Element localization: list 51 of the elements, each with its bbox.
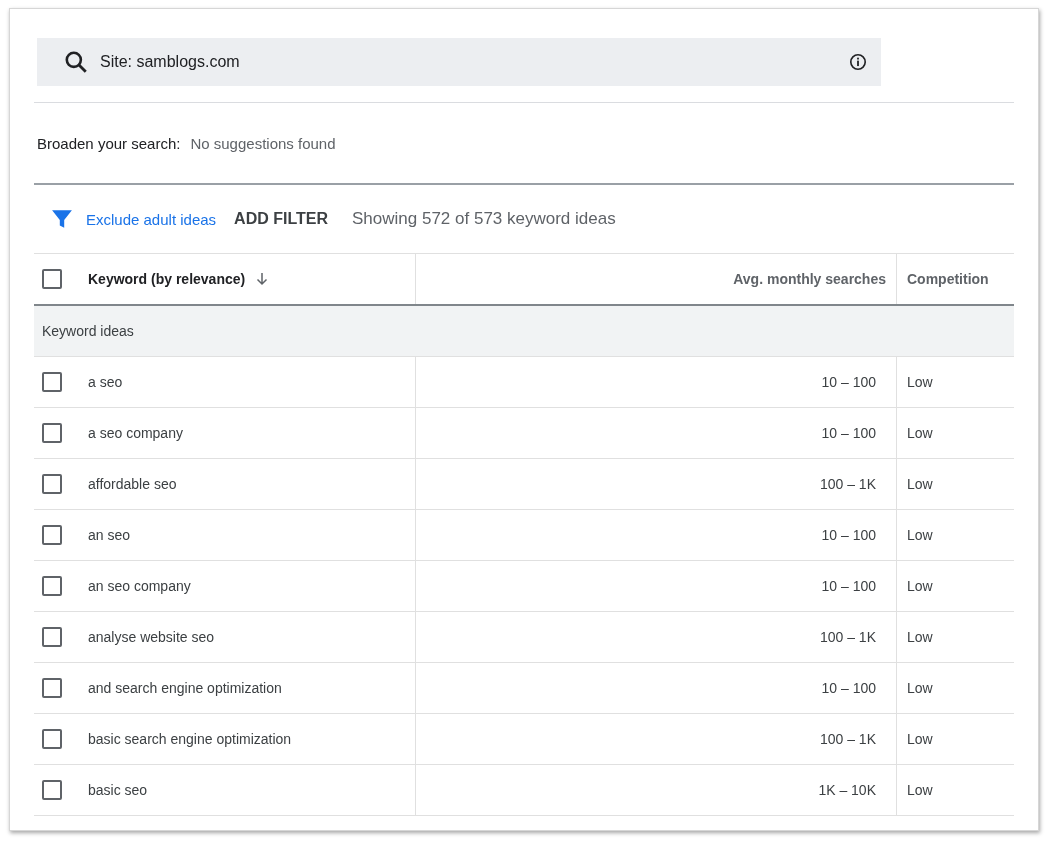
competition-cell: Low (907, 527, 933, 543)
info-icon[interactable] (849, 53, 867, 71)
competition-cell: Low (907, 629, 933, 645)
add-filter-button[interactable]: ADD FILTER (234, 210, 328, 228)
keyword-cell: analyse website seo (88, 629, 215, 645)
searches-cell: 100 – 1K (819, 476, 876, 492)
searches-cell: 10 – 100 (821, 425, 876, 441)
filter-icon[interactable] (51, 208, 73, 230)
competition-cell: Low (907, 782, 933, 798)
competition-cell: Low (907, 425, 933, 441)
column-header[interactable]: Keyword (by relevance) (88, 271, 246, 287)
searches-cell: 10 – 100 (821, 680, 876, 696)
keyword-cell: an seo (88, 527, 131, 543)
searches-cell: 1K – 10K (818, 782, 876, 798)
row-checkbox[interactable] (42, 576, 62, 596)
searches-cell: 10 – 100 (821, 527, 876, 543)
keyword-cell: affordable seo (88, 476, 177, 492)
results-summary: Showing 572 of 573 keyword ideas (352, 209, 616, 229)
row-checkbox[interactable] (42, 474, 62, 494)
competition-cell: Low (907, 374, 933, 390)
keyword-cell: an seo company (88, 578, 191, 594)
broaden-label: Broaden your search: (37, 134, 181, 152)
sort-down-icon[interactable] (255, 272, 270, 286)
keyword-cell: basic search engine optimization (88, 731, 292, 747)
competition-cell: Low (907, 680, 933, 696)
search-icon (63, 49, 89, 75)
keyword-cell: and search engine optimization (88, 680, 282, 696)
row-checkbox[interactable] (42, 729, 62, 749)
row-checkbox[interactable] (42, 525, 62, 545)
group-header: Keyword ideas (34, 306, 1014, 357)
searches-cell: 100 – 1K (819, 731, 876, 747)
select-all-checkbox[interactable] (42, 269, 62, 289)
row-checkbox[interactable] (42, 627, 62, 647)
keyword-cell: basic seo (88, 782, 148, 798)
exclude-adult-link[interactable]: Exclude adult ideas (86, 210, 217, 228)
competition-cell: Low (907, 578, 933, 594)
competition-cell: Low (907, 476, 933, 492)
row-checkbox[interactable] (42, 423, 62, 443)
row-checkbox[interactable] (42, 678, 62, 698)
keyword-cell: a seo (88, 374, 123, 390)
broaden-value: No suggestions found (190, 134, 336, 152)
searches-cell: 10 – 100 (821, 578, 876, 594)
competition-cell: Low (907, 731, 933, 747)
row-checkbox[interactable] (42, 372, 62, 392)
column-header[interactable]: Competition (907, 271, 989, 287)
column-header[interactable]: Avg. monthly searches (733, 271, 886, 287)
searches-cell: 100 – 1K (819, 629, 876, 645)
search-field[interactable]: Site: samblogs.com (37, 38, 881, 86)
searches-cell: 10 – 100 (821, 374, 876, 390)
keyword-cell: a seo company (88, 425, 183, 441)
row-checkbox[interactable] (42, 780, 62, 800)
